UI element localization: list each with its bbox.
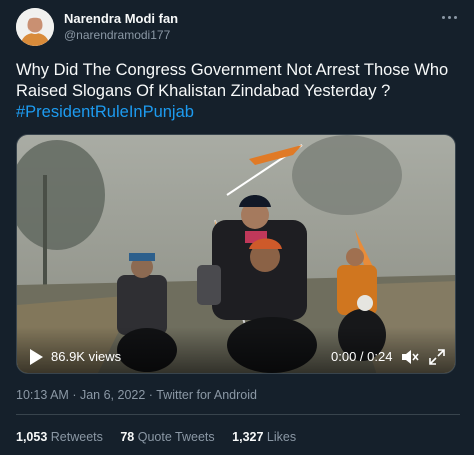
avatar[interactable]: [16, 8, 54, 46]
tweet-meta: 10:13 AM · Jan 6, 2022 · Twitter for And…: [16, 388, 257, 402]
author-handle[interactable]: @narendramodi177: [64, 28, 170, 42]
engagement-stats: 1,053 Retweets 78 Quote Tweets 1,327 Lik…: [16, 430, 310, 444]
avatar-image: [16, 8, 54, 46]
meta-separator: ·: [148, 388, 153, 402]
view-count: 86.9K views: [51, 349, 122, 364]
tweet-source[interactable]: Twitter for Android: [156, 388, 257, 402]
retweets-label: Retweets: [50, 430, 103, 444]
video-time: 0:00 / 0:24: [331, 349, 393, 364]
quotes-label: Quote Tweets: [137, 430, 215, 444]
quote-tweets-stat[interactable]: 78 Quote Tweets: [120, 430, 214, 444]
likes-count: 1,327: [232, 430, 264, 444]
likes-stat[interactable]: 1,327 Likes: [232, 430, 296, 444]
author-name[interactable]: Narendra Modi fan: [64, 11, 178, 26]
tweet-date[interactable]: Jan 6, 2022: [80, 388, 145, 402]
volume-icon[interactable]: [401, 348, 419, 366]
divider: [16, 414, 460, 415]
tweet-text: Why Did The Congress Government Not Arre…: [16, 60, 462, 123]
meta-separator: ·: [72, 388, 77, 402]
tweet-body: Why Did The Congress Government Not Arre…: [16, 61, 449, 100]
quotes-count: 78: [120, 430, 135, 444]
tweet: Narendra Modi fan @narendramodi177 Why D…: [0, 0, 474, 455]
play-icon[interactable]: [29, 349, 43, 365]
retweets-count: 1,053: [16, 430, 48, 444]
more-icon[interactable]: [442, 14, 460, 20]
fullscreen-icon[interactable]: [429, 349, 445, 365]
likes-label: Likes: [266, 430, 297, 444]
retweets-stat[interactable]: 1,053 Retweets: [16, 430, 103, 444]
video-player[interactable]: 86.9K views 0:00 / 0:24: [16, 134, 456, 374]
hashtag-link[interactable]: #PresidentRuleInPunjab: [16, 103, 194, 121]
tweet-time[interactable]: 10:13 AM: [16, 388, 69, 402]
